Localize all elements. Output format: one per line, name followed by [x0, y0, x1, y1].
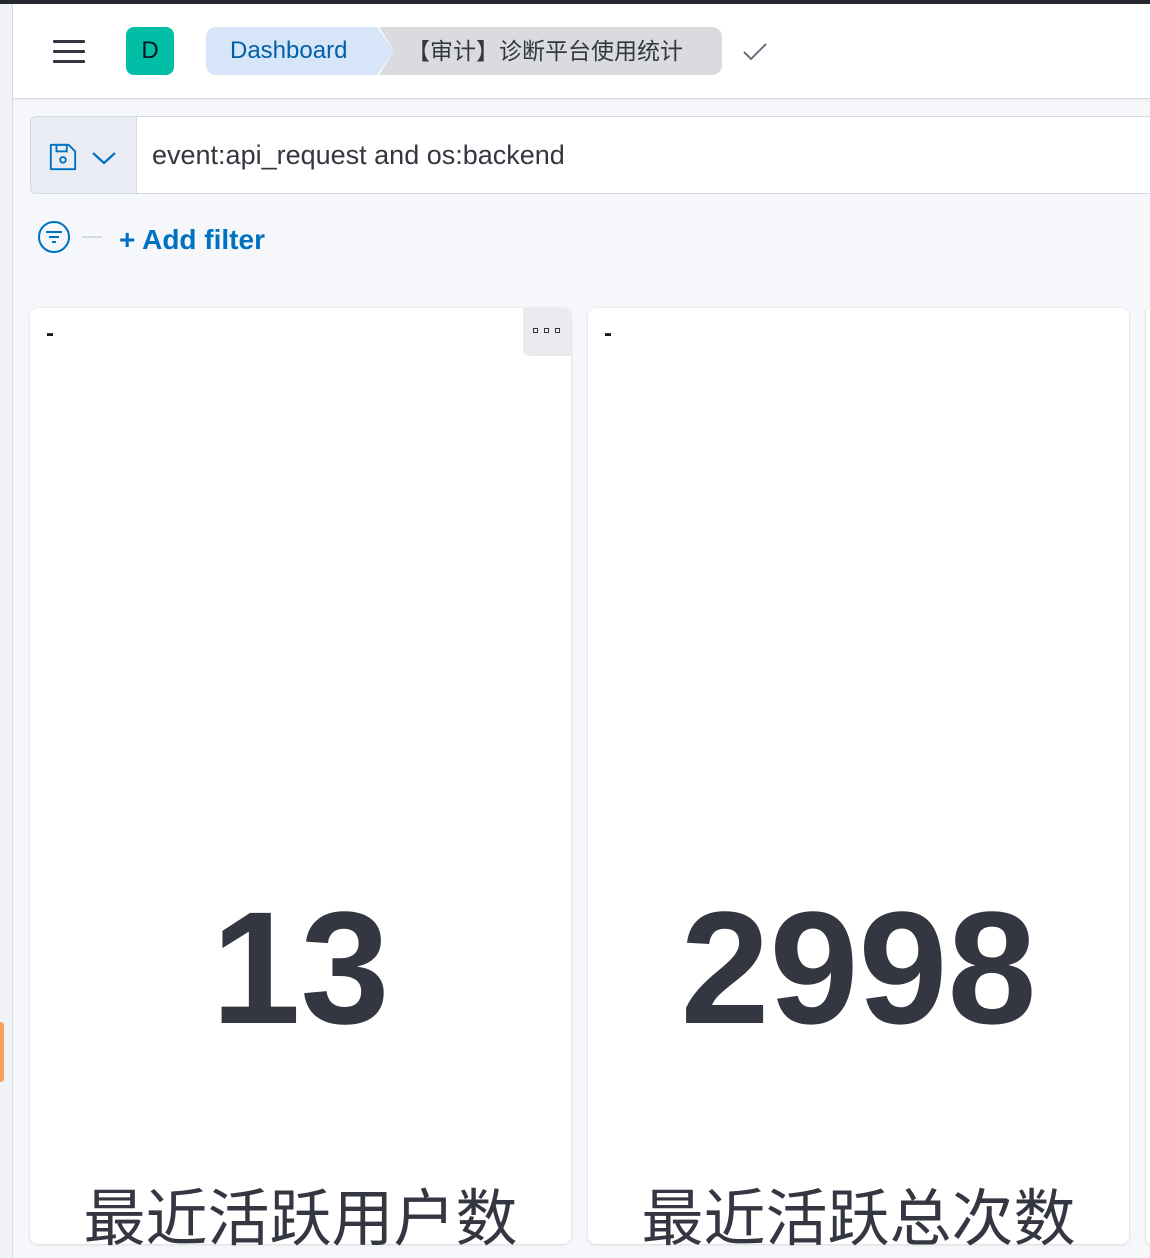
panel-title: - [604, 320, 612, 347]
side-tab-handle[interactable] [0, 1022, 4, 1082]
filter-icon[interactable] [37, 220, 71, 254]
menu-button[interactable] [51, 39, 87, 65]
metric-label: 最近活跃总次数 [641, 1185, 1076, 1254]
query-bar [30, 116, 1150, 194]
metric-label: 最近活跃用户数 [83, 1185, 518, 1254]
panel-options-button[interactable] [523, 308, 571, 356]
metric-value: 13 [211, 878, 390, 1057]
space-avatar[interactable]: D [126, 27, 174, 75]
dot-icon [544, 328, 549, 333]
dot-icon [533, 328, 538, 333]
breadcrumb-dashboard[interactable]: Dashboard [206, 27, 394, 75]
dot-icon [555, 328, 560, 333]
breadcrumb-current: 【审计】诊断平台使用统计 [379, 27, 722, 75]
chevron-down-icon [92, 152, 116, 165]
menu-line [53, 60, 85, 63]
filter-divider [82, 236, 102, 238]
metric-value: 2998 [680, 878, 1037, 1057]
metric-panel: - 2998 最近活跃总次数 [588, 308, 1129, 1251]
top-header: D Dashboard 【审计】诊断平台使用统计 [13, 4, 1150, 99]
metric-panel-partial [1146, 308, 1150, 1244]
query-input[interactable] [137, 117, 1150, 193]
panel-title: - [46, 320, 54, 347]
check-icon[interactable] [741, 40, 769, 64]
menu-line [53, 50, 85, 53]
metric-panel: - 13 最近活跃用户数 [30, 308, 571, 1251]
saved-query-button[interactable] [31, 117, 137, 193]
menu-line [53, 40, 85, 43]
add-filter-button[interactable]: + Add filter [119, 222, 265, 258]
save-icon [49, 143, 77, 171]
